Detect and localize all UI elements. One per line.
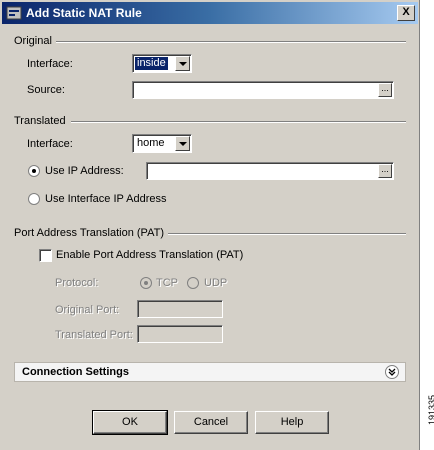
dialog-window: Add Static NAT Rule X Original Interface… [0,0,420,450]
udp-radio[interactable] [187,277,199,289]
translated-interface-label: Interface: [27,138,73,150]
translated-port-input[interactable] [137,325,223,343]
original-interface-value: inside [135,57,168,70]
pat-section-title: Port Address Translation (PAT) [14,227,164,239]
original-source-label: Source: [27,84,65,96]
app-icon [6,6,22,20]
original-divider [56,41,406,43]
close-button[interactable]: X [397,5,415,21]
connection-settings-bar[interactable]: Connection Settings [14,362,406,382]
ok-button[interactable]: OK [92,410,168,435]
translated-interface-value: home [137,137,165,149]
use-ip-address-radio[interactable] [28,165,40,177]
protocol-label: Protocol: [55,277,99,289]
chevron-down-icon[interactable] [175,56,190,71]
dialog-title: Add Static NAT Rule [26,6,142,20]
original-port-input[interactable] [137,300,223,318]
chevron-down-icon[interactable] [175,136,190,151]
translated-interface-select[interactable]: home [132,134,192,153]
udp-label: UDP [204,277,228,289]
translated-port-label: Translated Port: [55,329,133,341]
use-interface-ip-label: Use Interface IP Address [45,193,167,205]
connection-settings-label: Connection Settings [22,366,129,378]
help-button[interactable]: Help [255,411,329,434]
original-source-browse-button[interactable]: ... [378,83,392,97]
original-interface-select[interactable]: inside [132,54,192,73]
translated-section-title: Translated [14,115,66,127]
use-ip-address-label: Use IP Address: [45,165,124,177]
use-ip-address-input[interactable]: ... [146,162,394,180]
enable-pat-checkbox[interactable] [39,249,52,262]
original-source-input[interactable]: ... [132,81,394,99]
tcp-radio[interactable] [140,277,152,289]
original-section-title: Original [14,35,52,47]
enable-pat-label: Enable Port Address Translation (PAT) [56,249,244,261]
tcp-label: TCP [156,277,178,289]
cancel-button[interactable]: Cancel [174,411,248,434]
original-port-label: Original Port: [55,304,120,316]
use-interface-ip-radio[interactable] [28,193,40,205]
double-chevron-down-icon[interactable] [385,365,399,379]
pat-divider [168,233,406,235]
title-bar[interactable]: Add Static NAT Rule X [2,2,418,24]
original-interface-label: Interface: [27,58,73,70]
figure-id-label: 191335 [427,394,434,425]
use-ip-address-browse-button[interactable]: ... [378,164,392,178]
translated-divider [71,121,406,123]
